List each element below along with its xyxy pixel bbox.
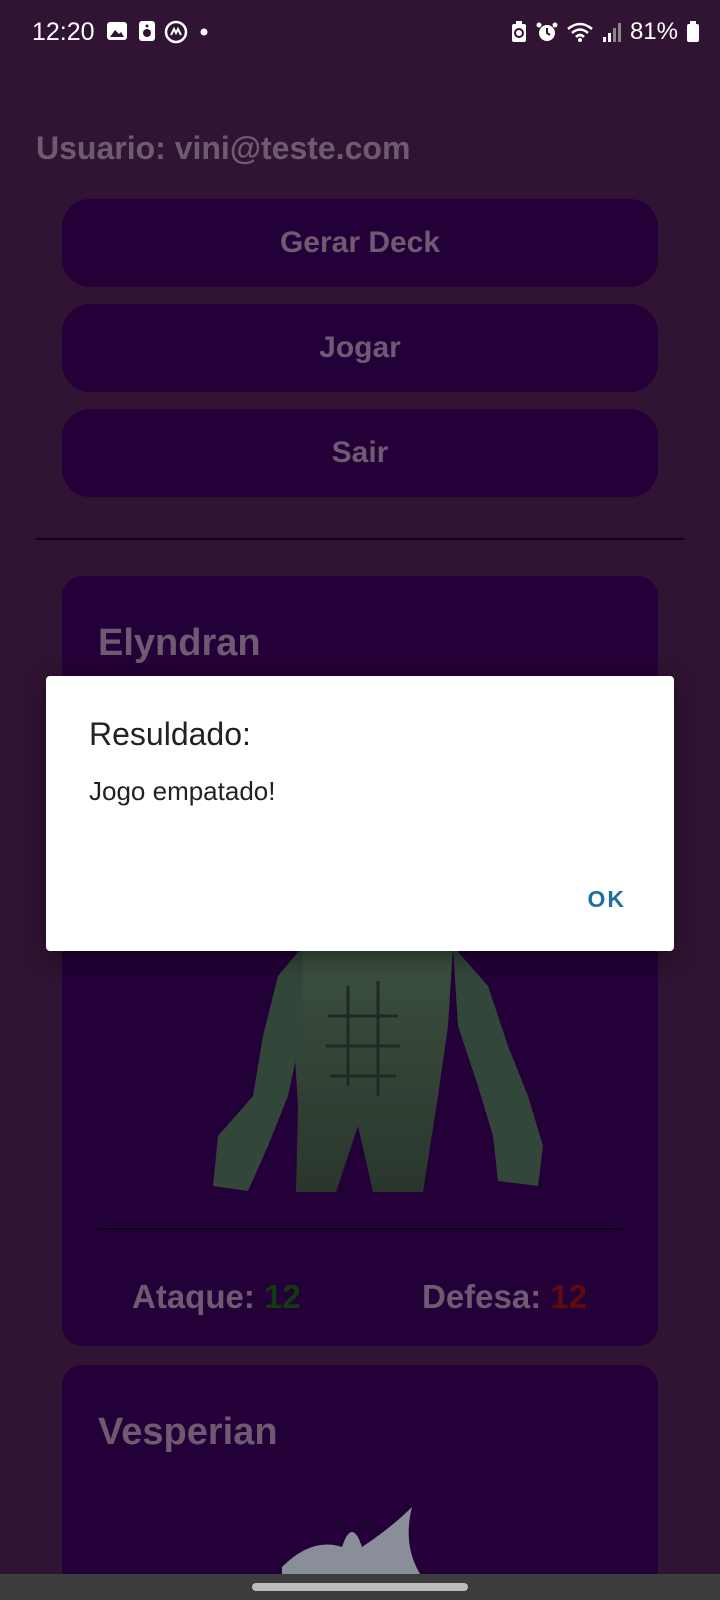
result-dialog: Resuldado: Jogo empatado! OK xyxy=(46,676,674,951)
dialog-title: Resuldado: xyxy=(89,716,251,752)
home-gesture-handle[interactable] xyxy=(252,1583,468,1591)
navigation-bar xyxy=(0,1574,720,1600)
ok-button[interactable]: OK xyxy=(588,886,627,913)
dialog-message: Jogo empatado! xyxy=(89,776,276,806)
